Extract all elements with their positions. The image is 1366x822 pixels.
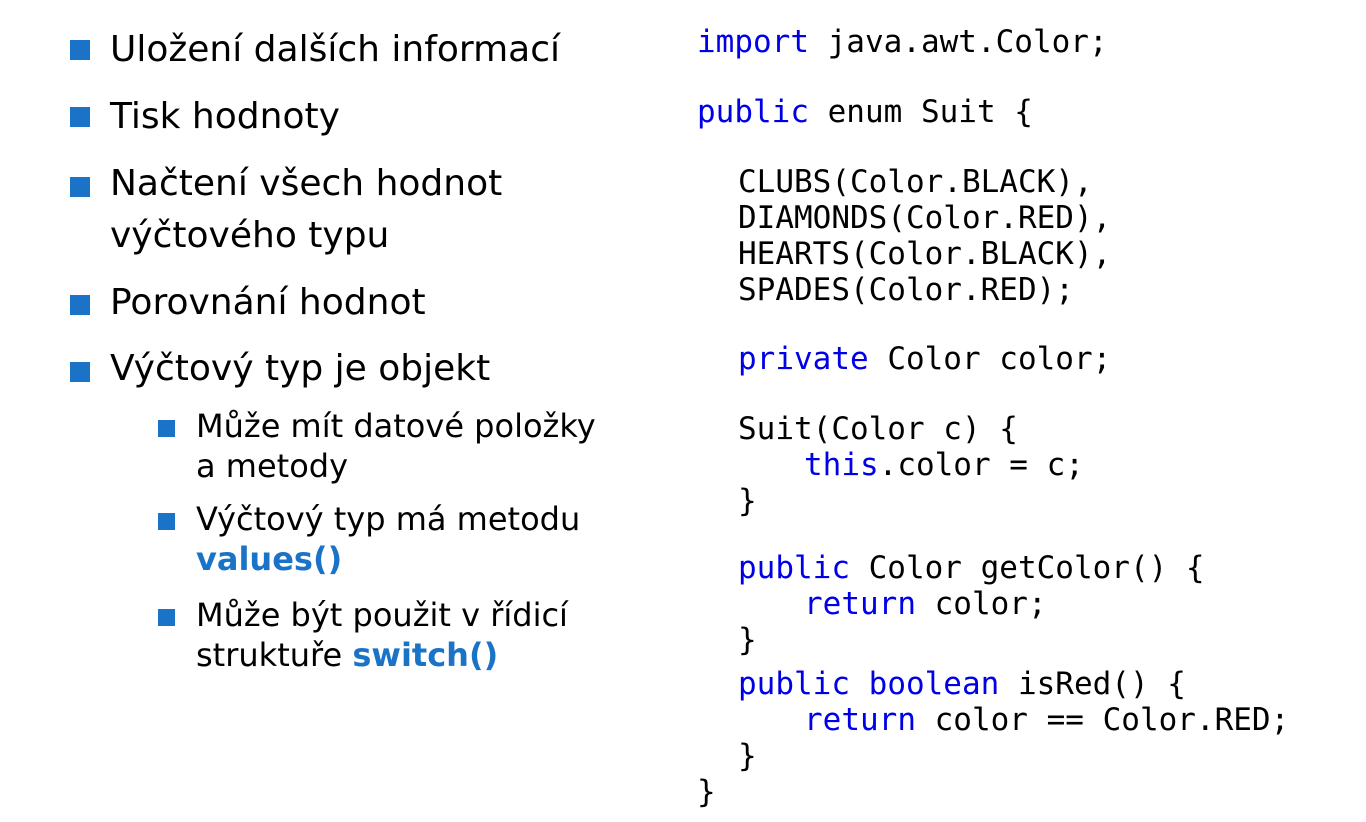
- code-keyword: return: [804, 702, 916, 738]
- bullet-marker: [70, 295, 90, 315]
- switch-highlight: switch(): [352, 636, 499, 674]
- code-line-close-brace: }: [738, 622, 757, 658]
- bullet-text: Porovnání hodnot: [110, 282, 426, 323]
- code-line-close-brace: }: [738, 483, 757, 519]
- sub-bullet-text-line-1: Výčtový typ má metodu: [196, 500, 581, 538]
- sub-bullet-prefix: struktuře: [196, 636, 353, 674]
- code-line-return-color: return color;: [804, 586, 1047, 622]
- values-method-highlight: values(): [196, 540, 343, 578]
- bullet-item: Uložení dalších informací: [110, 24, 560, 76]
- sub-bullet-text-line-1: Může být použit v řídicí: [196, 596, 568, 634]
- code-line-hearts: HEARTS(Color.BLACK),: [738, 236, 1112, 272]
- code-keyword: boolean: [868, 666, 1000, 702]
- bullet-text: Výčtový typ je objekt: [110, 348, 491, 389]
- bullet-text: Tisk hodnoty: [110, 96, 340, 137]
- bullet-text-line-2: výčtového typu: [110, 215, 390, 256]
- bullet-marker: [70, 362, 90, 382]
- code-line-enum-close: }: [697, 774, 716, 810]
- bullet-item: Načtení všech hodnot výčtového typu: [110, 158, 502, 262]
- code-line-return-isred: return color == Color.RED;: [804, 702, 1290, 738]
- sub-bullet-marker: [158, 513, 175, 530]
- bullet-list: Uložení dalších informací Tisk hodnoty N…: [0, 0, 680, 822]
- code-line-field: private Color color;: [738, 341, 1112, 377]
- code-line-this-assign: this.color = c;: [804, 447, 1084, 483]
- bullet-marker: [70, 40, 90, 60]
- sub-bullet-text-line-1: Může mít datové položky: [196, 407, 596, 445]
- code-keyword: import: [697, 24, 809, 60]
- sub-bullet-item: Může být použit v řídicí struktuře switc…: [196, 595, 568, 675]
- sub-bullet-text-line-2: struktuře switch(): [196, 635, 568, 675]
- code-line-diamonds: DIAMONDS(Color.RED),: [738, 200, 1112, 236]
- sub-bullet-item: Výčtový typ má metodu values(): [196, 499, 580, 579]
- sub-bullet-text-line-2: a metody: [196, 447, 349, 485]
- bullet-text-line-1: Načtení všech hodnot: [110, 163, 503, 204]
- code-line-enum: public enum Suit {: [697, 94, 1033, 130]
- code-line-getcolor: public Color getColor() {: [738, 550, 1205, 586]
- sub-bullet-marker: [158, 609, 175, 626]
- bullet-text: Uložení dalších informací: [110, 29, 561, 70]
- code-keyword: public: [697, 94, 809, 130]
- code-line-isred: public boolean isRed() {: [738, 666, 1186, 702]
- bullet-item: Výčtový typ je objekt: [110, 343, 490, 395]
- code-keyword: public: [738, 666, 850, 702]
- code-line-clubs: CLUBS(Color.BLACK),: [738, 164, 1093, 200]
- code-keyword: return: [804, 586, 916, 622]
- bullet-marker: [70, 107, 90, 127]
- bullet-item: Porovnání hodnot: [110, 277, 426, 329]
- code-line-spades: SPADES(Color.RED);: [738, 272, 1074, 308]
- code-line-close-brace: }: [738, 738, 757, 774]
- bullet-marker: [70, 177, 90, 197]
- sub-bullet-marker: [158, 420, 175, 437]
- code-line-import: import java.awt.Color;: [697, 24, 1108, 60]
- code-keyword: this: [804, 447, 879, 483]
- code-keyword: private: [738, 341, 869, 377]
- code-keyword: public: [738, 550, 850, 586]
- bullet-item: Tisk hodnoty: [110, 91, 340, 143]
- sub-bullet-item: Může mít datové položky a metody: [196, 406, 596, 486]
- code-line-constructor: Suit(Color c) {: [738, 411, 1018, 447]
